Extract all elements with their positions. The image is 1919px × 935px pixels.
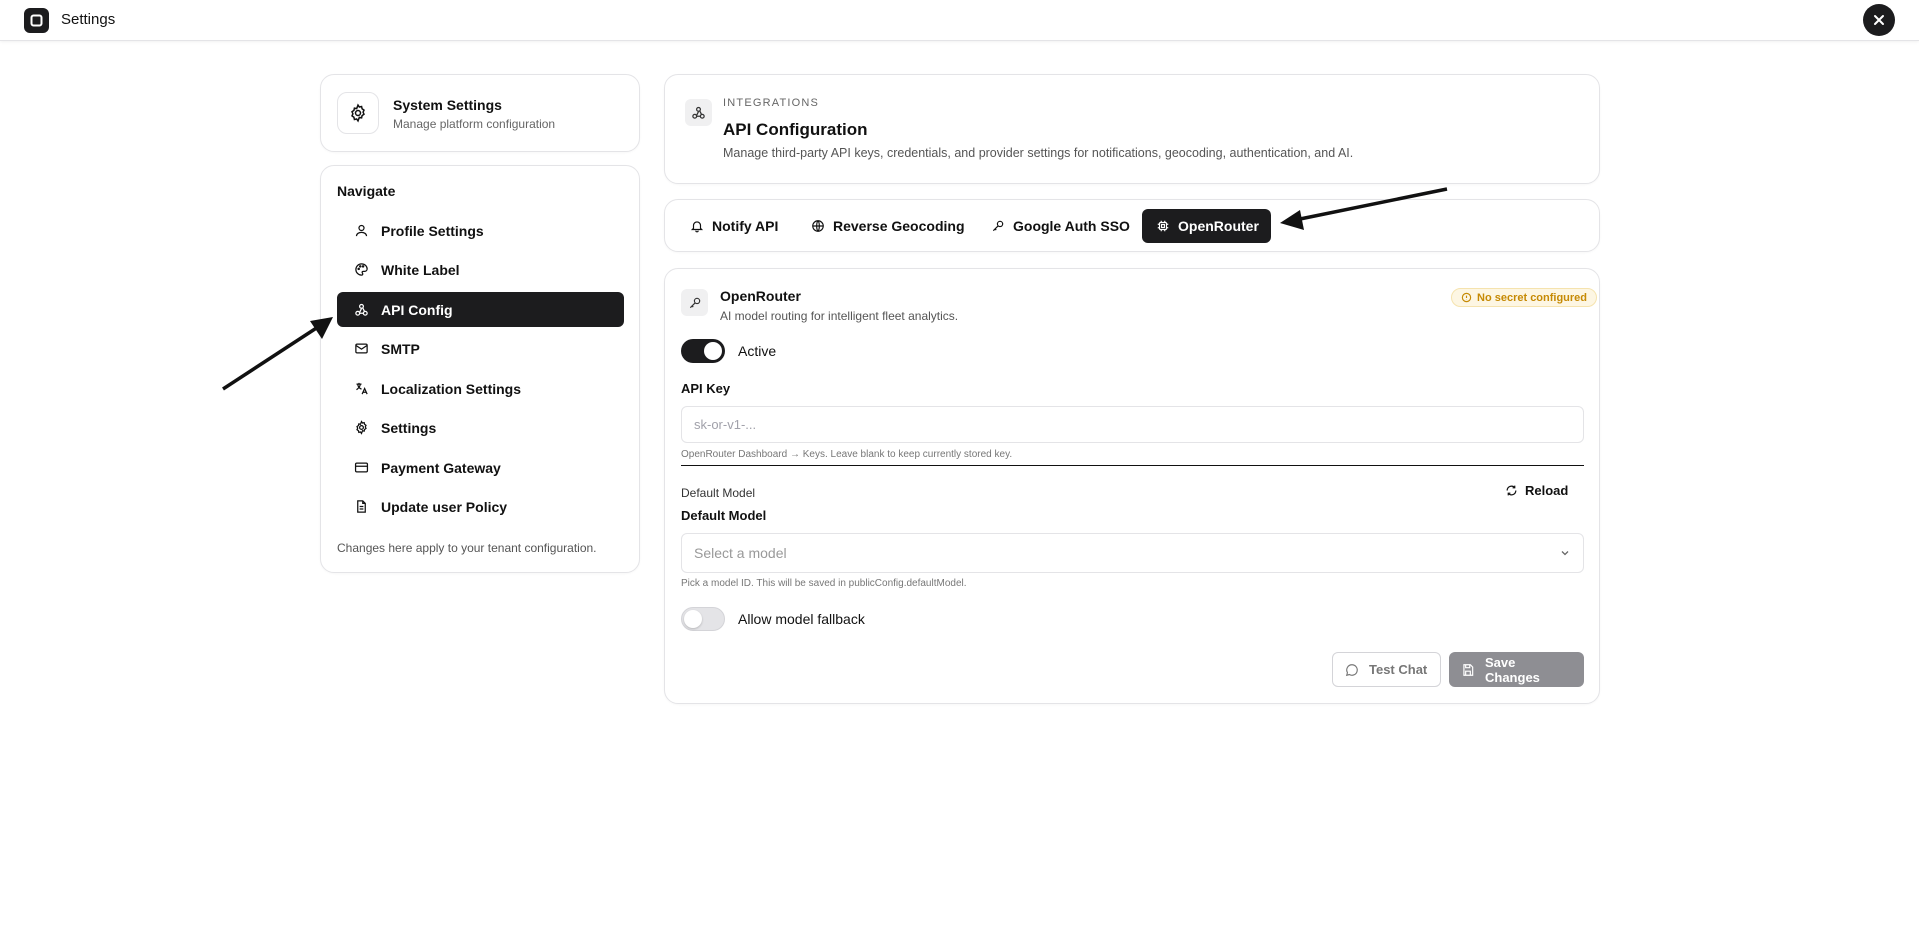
sidebar-item-settings[interactable]: Settings: [337, 410, 624, 445]
api-key-input[interactable]: [681, 406, 1584, 443]
toggle-knob: [684, 610, 702, 628]
sidebar-item-update-user-policy[interactable]: Update user Policy: [337, 489, 624, 524]
sidebar-item-label: Payment Gateway: [381, 459, 501, 476]
integrations-header-card: INTEGRATIONS API Configuration Manage th…: [664, 74, 1600, 184]
reload-button[interactable]: Reload: [1505, 483, 1568, 498]
save-changes-button[interactable]: Save Changes: [1449, 652, 1584, 687]
api-key-label: API Key: [681, 381, 731, 396]
sidebar-item-label: SMTP: [381, 340, 420, 357]
section-description: Manage third-party API keys, credentials…: [723, 146, 1354, 160]
save-icon: [1461, 663, 1475, 677]
tab-google-auth-sso[interactable]: Google Auth SSO: [976, 209, 1144, 243]
status-badge: No secret configured: [1451, 288, 1598, 307]
document-icon: [353, 499, 369, 515]
section-eyebrow: INTEGRATIONS: [723, 97, 820, 109]
mail-icon: [353, 341, 369, 357]
reload-label: Reload: [1525, 483, 1569, 498]
section-title: API Configuration: [723, 120, 868, 139]
page-title: Settings: [61, 11, 116, 28]
arrow-to-api-config: [222, 317, 333, 391]
api-key-hint: OpenRouter Dashboard → Keys. Leave blank…: [681, 449, 1013, 460]
tab-label: Reverse Geocoding: [833, 218, 965, 234]
sidebar-item-api-config[interactable]: API Config: [337, 292, 624, 327]
user-icon: [353, 223, 369, 239]
sidebar-item-payment-gateway[interactable]: Payment Gateway: [337, 450, 624, 485]
sidebar-item-white-label[interactable]: White Label: [337, 252, 624, 287]
app-logo-icon: [24, 8, 49, 33]
gear-icon: [353, 420, 369, 436]
sidebar-item-label: White Label: [381, 261, 460, 278]
bell-icon: [689, 219, 704, 234]
tab-label: Notify API: [712, 218, 779, 234]
chevron-down-icon: [1559, 547, 1571, 559]
sidebar-item-profile-settings[interactable]: Profile Settings: [337, 213, 624, 248]
fallback-toggle-label: Allow model fallback: [738, 611, 865, 627]
sidebar-item-label: Settings: [381, 419, 437, 436]
languages-icon: [353, 381, 369, 397]
globe-icon: [810, 219, 825, 234]
status-badge-label: No secret configured: [1477, 291, 1588, 304]
tab-notify-api[interactable]: Notify API: [675, 209, 792, 243]
section-divider: [681, 465, 1584, 466]
active-toggle-label: Active: [738, 343, 777, 359]
nav-heading: Navigate: [337, 183, 396, 199]
provider-title: OpenRouter: [720, 288, 801, 304]
refresh-icon: [1505, 484, 1518, 497]
sidebar-item-localization-settings[interactable]: Localization Settings: [337, 371, 624, 406]
model-hint: Pick a model ID. This will be saved in p…: [681, 578, 967, 589]
sidebar-item-label: Update user Policy: [381, 498, 508, 515]
tab-reverse-geocoding[interactable]: Reverse Geocoding: [796, 209, 979, 243]
provider-subtitle: AI model routing for intelligent fleet a…: [720, 309, 959, 323]
openrouter-config-card: OpenRouter AI model routing for intellig…: [664, 268, 1600, 704]
default-model-label: Default Model: [681, 508, 767, 523]
navigation-card: Navigate Profile Settings White Label AP…: [320, 165, 640, 573]
key-icon: [681, 289, 708, 316]
sidebar-item-label: Localization Settings: [381, 380, 522, 397]
palette-icon: [353, 262, 369, 278]
sidebar-item-label: Profile Settings: [381, 222, 484, 239]
active-toggle[interactable]: [681, 339, 725, 363]
cpu-icon: [1156, 219, 1170, 234]
gear-icon: [337, 92, 379, 134]
close-button[interactable]: [1863, 4, 1895, 36]
save-changes-label: Save Changes: [1485, 654, 1540, 685]
tab-label: Google Auth SSO: [1013, 218, 1130, 234]
system-settings-subtitle: Manage platform configuration: [393, 117, 556, 131]
provider-tabs: Notify API Reverse Geocoding Google Auth…: [664, 199, 1600, 252]
model-select[interactable]: Select a model: [681, 533, 1584, 573]
toggle-knob: [704, 342, 722, 360]
webhook-icon: [353, 302, 369, 318]
tab-openrouter[interactable]: OpenRouter: [1142, 209, 1271, 243]
system-settings-title: System Settings: [393, 97, 502, 113]
close-icon: [1874, 15, 1884, 25]
fallback-toggle[interactable]: [681, 607, 725, 631]
key-icon: [990, 219, 1005, 234]
nav-footer-note: Changes here apply to your tenant config…: [337, 541, 597, 555]
test-chat-label: Test Chat: [1369, 662, 1428, 677]
tab-label: OpenRouter: [1178, 218, 1259, 234]
system-settings-card: System Settings Manage platform configur…: [320, 74, 640, 152]
sidebar-item-smtp[interactable]: SMTP: [337, 331, 624, 366]
top-bar: Settings: [0, 0, 1919, 41]
webhook-icon: [685, 99, 712, 126]
model-select-value: Select a model: [694, 545, 787, 561]
info-icon: [1461, 292, 1472, 303]
chat-bubble-icon: [1345, 663, 1359, 677]
test-chat-button[interactable]: Test Chat: [1332, 652, 1441, 687]
sidebar-item-label: API Config: [381, 301, 453, 318]
default-model-caption: Default Model: [681, 486, 756, 500]
credit-card-icon: [353, 460, 369, 476]
